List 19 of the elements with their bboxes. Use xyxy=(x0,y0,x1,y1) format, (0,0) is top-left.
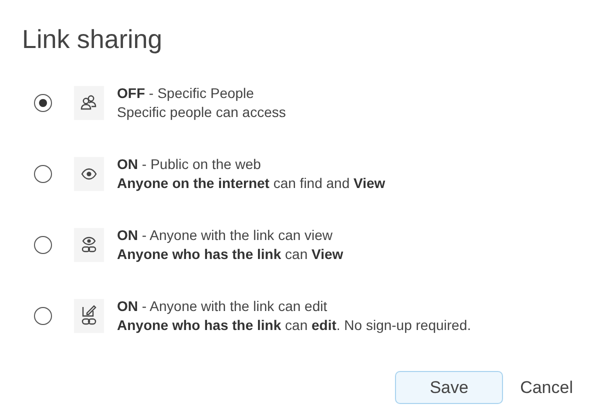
option-description: Anyone who has the link can edit. No sign-up required. xyxy=(117,316,472,335)
people-icon xyxy=(80,95,98,111)
cancel-button[interactable]: Cancel xyxy=(520,374,573,400)
radio-button[interactable] xyxy=(34,165,52,183)
edit-link-icon xyxy=(81,305,97,327)
option-heading: ON - Public on the web xyxy=(117,155,262,174)
option-heading: OFF - Specific People xyxy=(117,84,255,103)
option-description: Anyone on the internet can find and View xyxy=(117,174,386,193)
radio-button[interactable] xyxy=(34,236,52,254)
eye-link-icon xyxy=(81,236,97,254)
option-description: Anyone who has the link can View xyxy=(117,245,344,264)
option-heading: ON - Anyone with the link can edit xyxy=(117,297,328,316)
radio-button[interactable] xyxy=(34,94,52,112)
dialog-title: Link sharing xyxy=(22,23,164,56)
radio-button[interactable] xyxy=(34,307,52,325)
option-heading: ON - Anyone with the link can view xyxy=(117,226,334,245)
option-description: Specific people can access xyxy=(117,103,286,122)
save-button[interactable]: Save xyxy=(395,371,504,404)
eye-icon xyxy=(81,168,97,180)
